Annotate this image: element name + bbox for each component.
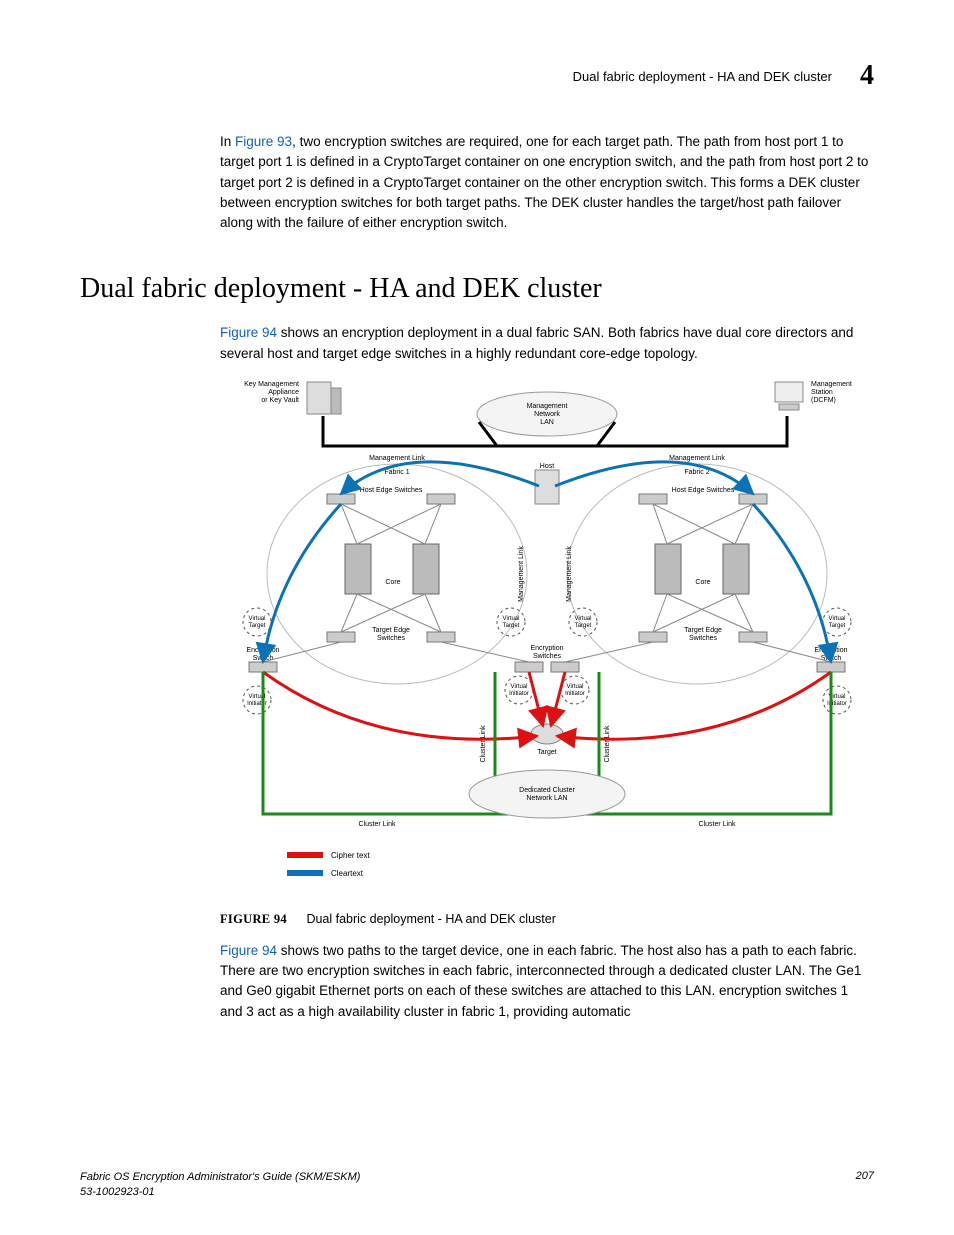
enc-switch-center-r [551,662,579,672]
mgmt-link-vert-l: Management Link [518,545,525,601]
vt-cl-label: VirtualTarget [503,616,520,629]
page-footer: Fabric OS Encryption Administrator's Gui… [80,1170,874,1199]
vi-center-l [505,676,533,704]
vi-cr-label: VirtualInitiator [565,684,585,697]
enc-switches-label: EncryptionSwitches [530,645,563,660]
figure-93-link[interactable]: Figure 93 [235,134,292,149]
cluster-link-vert-r: Cluster Link [604,725,611,762]
target-icon [531,724,563,744]
figure-94: Key ManagementApplianceor Key Vault Mana… [220,374,874,904]
vt-center-r [569,608,597,636]
section-para-1-text: shows an encryption deployment in a dual… [220,325,853,360]
figure-label: FIGURE 94 [220,912,287,926]
target-edge-left-label: Target EdgeSwitches [372,627,410,642]
enc-switch-center-l [515,662,543,672]
legend-cipher-swatch [287,852,323,858]
diagram-svg: Key ManagementApplianceor Key Vault Mana… [227,374,867,904]
enc-switch-far-left [249,662,277,672]
target-label: Target [537,749,557,756]
key-vault-label: Key ManagementApplianceor Key Vault [244,381,299,404]
core-right [655,544,749,594]
fabric1-label: Fabric 1 [384,469,409,476]
legend-clear-swatch [287,870,323,876]
figure-caption-text: Dual fabric deployment - HA and DEK clus… [306,912,555,926]
host-edge-right [639,494,767,504]
section-para-2-text: shows two paths to the target device, on… [220,943,861,1019]
running-header: Dual fabric deployment - HA and DEK clus… [80,60,874,92]
legend-cipher-label: Cipher text [331,851,370,860]
core-left-label: Core [385,579,400,586]
cipher-line-cr [551,672,565,726]
intro-rest: , two encryption switches are required, … [220,134,868,230]
cluster-link-br: Cluster Link [699,821,736,828]
vi-center-r [561,676,589,704]
section-title: Dual fabric deployment - HA and DEK clus… [80,273,874,305]
core-left [345,544,439,594]
footer-page: 207 [856,1170,874,1199]
core-right-label: Core [695,579,710,586]
cipher-line-cl [529,672,543,726]
key-vault-icon [307,382,341,414]
cluster-link-vert-l: Cluster Link [480,725,487,762]
fabric2-label: Fabric 2 [684,469,709,476]
mgmt-station-icon [775,382,803,410]
figure-94-link-b[interactable]: Figure 94 [220,943,277,958]
cluster-link-bl: Cluster Link [359,821,396,828]
cluster-lan-cloud [469,770,625,818]
mgmt-link-vert-r: Management Link [566,545,573,601]
legend-clear-label: Cleartext [331,869,364,878]
vi-outer-right [823,686,851,714]
vt-outer-left [243,608,271,636]
vi-outer-left [243,686,271,714]
vt-center-l [497,608,525,636]
host-label: Host [540,463,554,470]
vt-or-label: VirtualTarget [829,616,846,629]
mgmt-station-label: ManagementStation(DCFM) [811,381,852,404]
footer-docnum: 53-1002923-01 [80,1185,360,1199]
vt-cr-label: VirtualTarget [575,616,592,629]
intro-prefix: In [220,134,235,149]
section-para-2: Figure 94 shows two paths to the target … [220,941,874,1022]
host-edge-right-label: Host Edge Switches [672,487,735,494]
vt-ol-label: VirtualTarget [249,616,266,629]
vt-outer-right [823,608,851,636]
figure-94-caption: FIGURE 94 Dual fabric deployment - HA an… [220,912,874,927]
enc-switch-far-right [817,662,845,672]
cluster-lan-label: Dedicated ClusterNetwork LAN [519,787,575,802]
intro-paragraph: In Figure 93, two encryption switches ar… [220,132,874,233]
footer-book: Fabric OS Encryption Administrator's Gui… [80,1170,360,1184]
chapter-number: 4 [860,60,874,92]
host-edge-left [327,494,455,504]
figure-94-link-a[interactable]: Figure 94 [220,325,277,340]
section-para-1: Figure 94 shows an encryption deployment… [220,323,874,364]
target-edge-right-label: Target EdgeSwitches [684,627,722,642]
running-title: Dual fabric deployment - HA and DEK clus… [573,69,832,84]
vi-cl-label: VirtualInitiator [509,684,529,697]
host-edge-left-label: Host Edge Switches [360,487,423,494]
